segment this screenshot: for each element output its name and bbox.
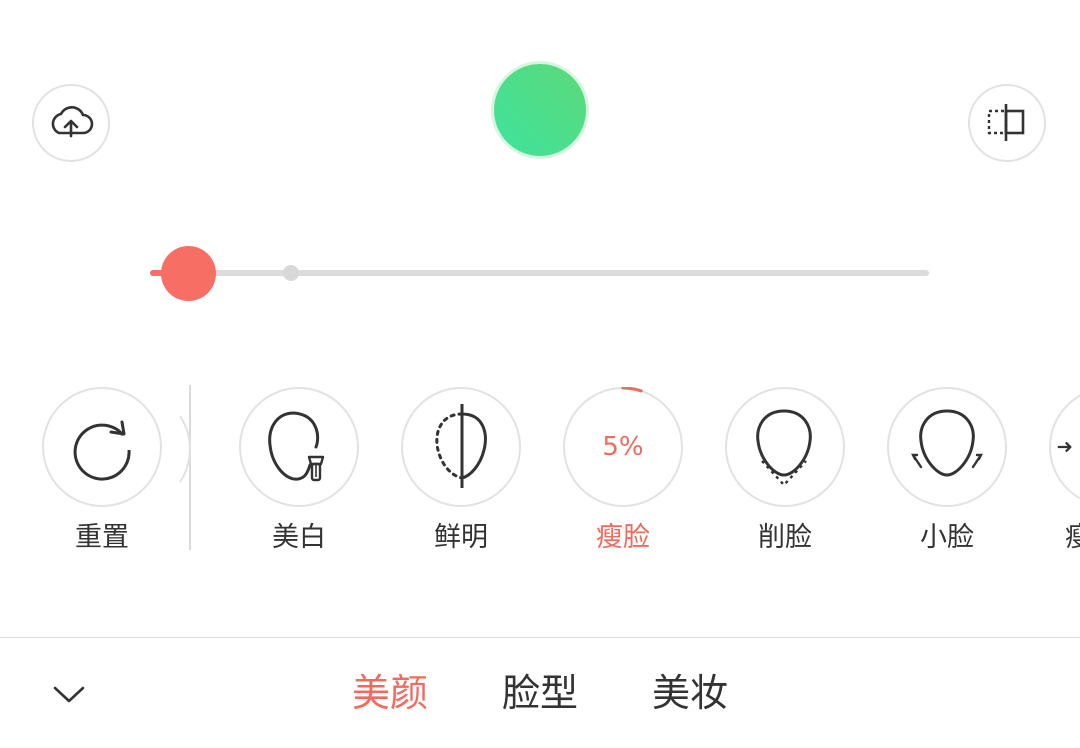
tool-reset-circle[interactable] — [42, 387, 162, 507]
scrolled-tool-edge — [179, 415, 191, 483]
tool-small-face-circle[interactable] — [887, 387, 1007, 507]
half-face-icon — [435, 404, 487, 488]
tool-slim-partial[interactable]: 瘦 — [1049, 387, 1080, 555]
intensity-slider-track[interactable] — [150, 270, 929, 276]
tab-beauty[interactable]: 美颜 — [352, 668, 428, 718]
tool-whitening-circle[interactable] — [239, 387, 359, 507]
collapse-panel-button[interactable] — [48, 675, 90, 713]
compare-button[interactable] — [968, 84, 1046, 162]
tool-chin-face[interactable]: 削脸 — [725, 387, 845, 555]
small-face-icon — [911, 409, 983, 477]
capture-button[interactable] — [491, 61, 589, 159]
compare-split-icon — [987, 104, 1025, 141]
tool-whitening[interactable]: 美白 — [239, 387, 359, 555]
tool-slim-partial-label: 瘦 — [1065, 522, 1080, 553]
tool-whitening-label: 美白 — [272, 522, 326, 553]
tool-vivid-circle[interactable] — [401, 387, 521, 507]
tool-slim-face[interactable]: 5% 瘦脸 — [563, 387, 683, 555]
tool-slim-face-circle[interactable]: 5% — [563, 387, 683, 507]
tool-reset-label: 重置 — [75, 522, 129, 553]
tool-chin-face-label: 削脸 — [758, 522, 812, 553]
tab-makeup[interactable]: 美妆 — [652, 668, 728, 718]
tool-vivid[interactable]: 鲜明 — [401, 387, 521, 555]
slim-face-progress-ring — [621, 387, 643, 393]
chevron-down-icon — [53, 686, 85, 703]
face-chin-icon — [756, 409, 812, 487]
tab-face-shape[interactable]: 脸型 — [502, 668, 578, 718]
tool-chin-face-circle[interactable] — [725, 387, 845, 507]
bottom-bar-divider — [0, 637, 1080, 638]
tool-slim-face-label: 瘦脸 — [596, 522, 650, 553]
tool-slim-partial-circle[interactable] — [1049, 387, 1080, 507]
rotate-icon — [73, 420, 131, 481]
intensity-slider-thumb[interactable] — [161, 246, 217, 301]
tool-reset[interactable]: 重置 — [42, 387, 162, 555]
tool-vivid-label: 鲜明 — [434, 522, 488, 553]
tool-small-face[interactable]: 小脸 — [887, 387, 1007, 555]
arrow-icon — [1057, 441, 1072, 453]
cloud-upload-icon — [51, 105, 94, 138]
tool-small-face-label: 小脸 — [920, 522, 974, 553]
face-whitening-icon — [268, 411, 325, 482]
intensity-slider-default-marker — [283, 265, 299, 281]
upload-button[interactable] — [32, 84, 110, 162]
beauty-editor-screen: 重置 美白 鲜明 5% 瘦脸 削脸 小脸 瘦 美颜 脸型 美妆 — [0, 0, 1080, 748]
